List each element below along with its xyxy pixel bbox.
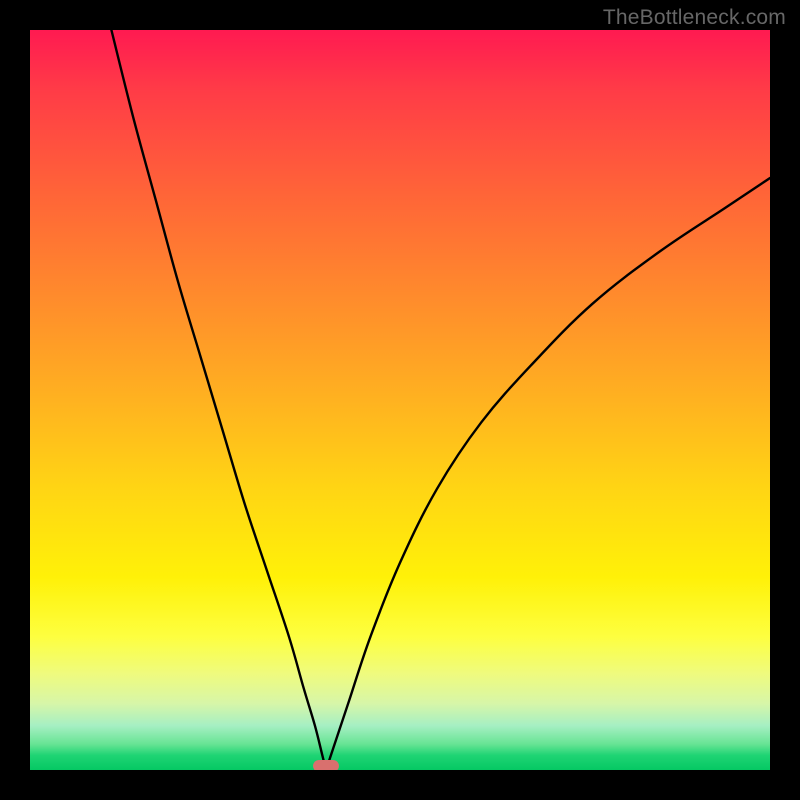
chart-frame: TheBottleneck.com (0, 0, 800, 800)
curve-left-branch (111, 30, 326, 770)
bottleneck-curve (30, 30, 770, 770)
curve-right-branch (326, 178, 770, 770)
bottleneck-marker (313, 760, 339, 770)
watermark-text: TheBottleneck.com (603, 6, 786, 30)
plot-area (30, 30, 770, 770)
